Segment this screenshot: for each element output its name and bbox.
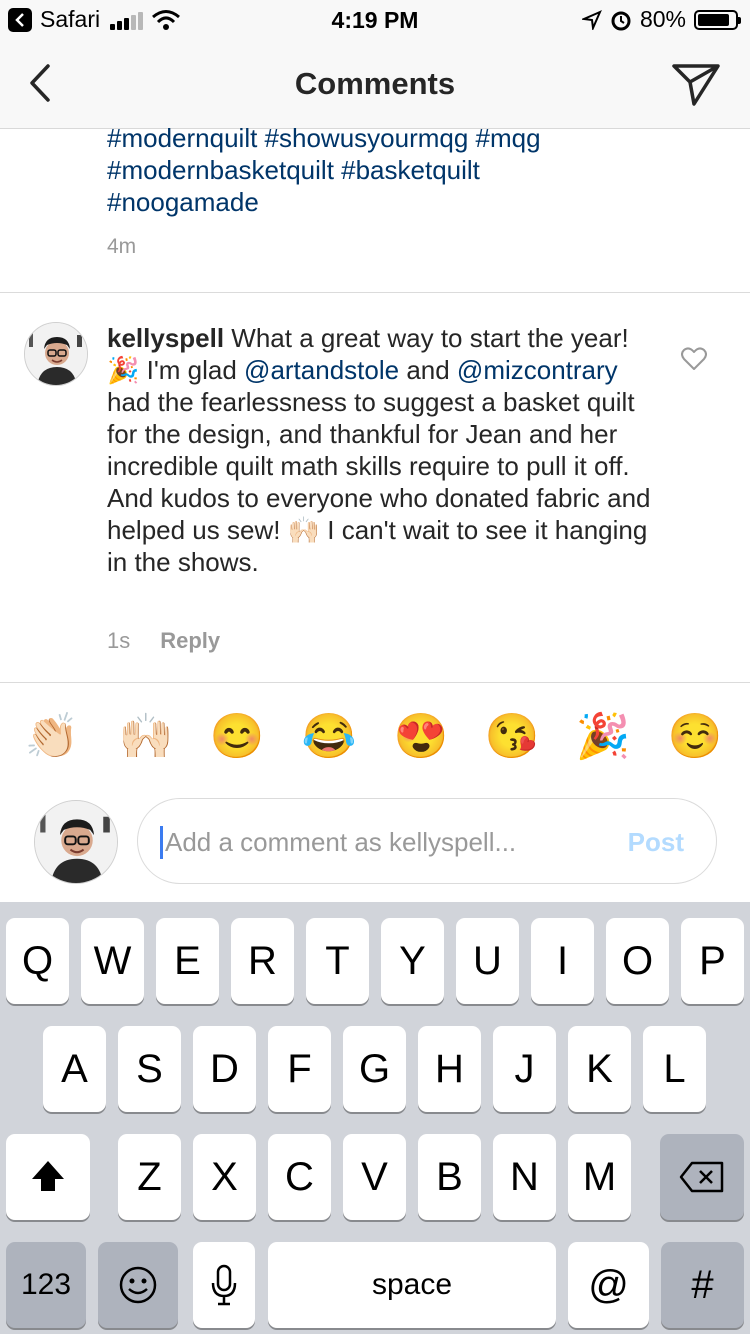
- at-key[interactable]: @: [568, 1242, 649, 1328]
- text-caret: [160, 826, 163, 859]
- comment-body: and: [399, 355, 457, 385]
- key-h[interactable]: H: [418, 1026, 481, 1112]
- key-w[interactable]: W: [81, 918, 144, 1004]
- hash-key[interactable]: #: [661, 1242, 744, 1328]
- comment-input[interactable]: Add a comment as kellyspell... Post: [137, 798, 717, 884]
- comment-placeholder: Add a comment as kellyspell...: [165, 827, 517, 857]
- emoji-raised-hands-button[interactable]: 🙌🏻: [114, 705, 178, 769]
- key-s[interactable]: S: [118, 1026, 181, 1112]
- emoji-heart-eyes-button[interactable]: 😍: [389, 705, 453, 769]
- key-m[interactable]: M: [568, 1134, 631, 1220]
- user-avatar-icon: [25, 323, 87, 385]
- emoji-clap-button[interactable]: 👏🏻: [20, 705, 84, 769]
- comment-text: kellyspell What a great way to start the…: [107, 322, 652, 578]
- mention-link[interactable]: @artandstole: [244, 355, 399, 385]
- key-e[interactable]: E: [156, 918, 219, 1004]
- smiley-icon: [119, 1266, 157, 1304]
- key-p[interactable]: P: [681, 918, 744, 1004]
- paper-plane-icon[interactable]: [670, 58, 722, 110]
- location-icon: [581, 9, 602, 30]
- previous-comment-text: #modernquilt #showusyourmqg #mqg #modern…: [107, 122, 717, 218]
- space-key[interactable]: space: [268, 1242, 556, 1328]
- comment-time: 1s: [107, 628, 131, 653]
- key-l[interactable]: L: [643, 1026, 706, 1112]
- key-x[interactable]: X: [193, 1134, 256, 1220]
- battery-percent: 80%: [639, 6, 686, 32]
- previous-comment-time: 4m: [107, 235, 137, 258]
- emoji-quick-bar: 👏🏻 🙌🏻 😊 😂 😍 😘 🎉 ☺️: [0, 705, 750, 769]
- key-z[interactable]: Z: [118, 1134, 181, 1220]
- divider: [0, 292, 750, 293]
- comment-meta: 1s Reply: [107, 628, 220, 654]
- emoji-joy-button[interactable]: 😂: [297, 705, 361, 769]
- page-title: Comments: [294, 66, 456, 101]
- delete-key[interactable]: [660, 1134, 744, 1220]
- dictation-key[interactable]: [193, 1242, 255, 1328]
- alarm-icon: [611, 11, 631, 30]
- status-bar: Safari 4:19 PM 80%: [0, 0, 750, 40]
- key-y[interactable]: Y: [381, 918, 444, 1004]
- status-right: 80%: [581, 6, 741, 33]
- key-o[interactable]: O: [606, 918, 669, 1004]
- mention-link[interactable]: @mizcontrary: [457, 355, 618, 385]
- emoji-smile-button[interactable]: 😊: [205, 705, 269, 769]
- emoji-kiss-button[interactable]: 😘: [480, 705, 544, 769]
- post-button[interactable]: Post: [628, 827, 684, 858]
- key-n[interactable]: N: [493, 1134, 556, 1220]
- emoji-party-popper-button[interactable]: 🎉: [571, 705, 635, 769]
- numbers-key[interactable]: 123: [6, 1242, 86, 1328]
- battery-icon: [694, 9, 741, 30]
- key-b[interactable]: B: [418, 1134, 481, 1220]
- key-r[interactable]: R: [231, 918, 294, 1004]
- key-d[interactable]: D: [193, 1026, 256, 1112]
- heart-icon[interactable]: [681, 347, 707, 371]
- key-j[interactable]: J: [493, 1026, 556, 1112]
- key-a[interactable]: A: [43, 1026, 106, 1112]
- comment-body: had the fearlessness to suggest a basket…: [107, 387, 651, 577]
- key-q[interactable]: Q: [6, 918, 69, 1004]
- keyboard: Q W E R T Y U I O P A S D F G H J K L Z …: [0, 902, 750, 1334]
- hashtags-line[interactable]: #noogamade: [107, 186, 717, 218]
- shift-arrow-icon: [32, 1161, 64, 1191]
- avatar: [34, 800, 118, 884]
- key-i[interactable]: I: [531, 918, 594, 1004]
- user-avatar-icon: [35, 801, 117, 883]
- hashtags-line[interactable]: #modernquilt #showusyourmqg #mqg: [107, 122, 717, 154]
- key-v[interactable]: V: [343, 1134, 406, 1220]
- microphone-icon: [211, 1264, 237, 1306]
- avatar[interactable]: [24, 322, 88, 386]
- comment-username[interactable]: kellyspell: [107, 323, 224, 353]
- key-u[interactable]: U: [456, 918, 519, 1004]
- nav-bar: Comments: [0, 40, 750, 129]
- key-f[interactable]: F: [268, 1026, 331, 1112]
- hashtags-line[interactable]: #modernbasketquilt #basketquilt: [107, 154, 717, 186]
- emoji-keyboard-key[interactable]: [98, 1242, 178, 1328]
- reply-button[interactable]: Reply: [160, 628, 220, 653]
- key-t[interactable]: T: [306, 918, 369, 1004]
- key-k[interactable]: K: [568, 1026, 631, 1112]
- shift-key[interactable]: [6, 1134, 90, 1220]
- divider: [0, 682, 750, 683]
- emoji-relaxed-button[interactable]: ☺️: [663, 705, 727, 769]
- key-g[interactable]: G: [343, 1026, 406, 1112]
- backspace-icon: [679, 1161, 724, 1193]
- key-c[interactable]: C: [268, 1134, 331, 1220]
